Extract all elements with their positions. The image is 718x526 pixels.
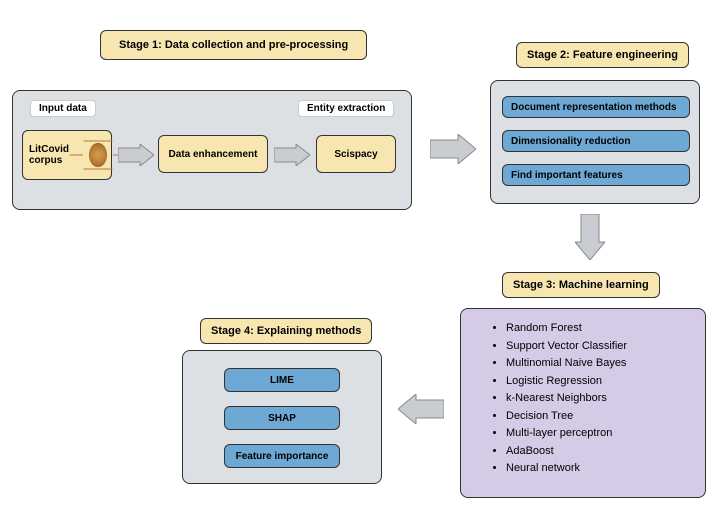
stage3-title: Stage 3: Machine learning xyxy=(502,272,660,298)
ml-item: Decision Tree xyxy=(506,408,696,425)
arrow-enh-to-scispacy xyxy=(274,144,310,166)
ml-item: Support Vector Classifier xyxy=(506,338,696,355)
data-enhancement-box: Data enhancement xyxy=(158,135,268,173)
stage4-item3: Feature importance xyxy=(224,444,340,468)
ml-item: Multi-layer perceptron xyxy=(506,425,696,442)
ml-item: Random Forest xyxy=(506,320,696,337)
entity-extraction-label: Entity extraction xyxy=(298,100,394,117)
virus-icon xyxy=(89,143,107,167)
arrow-stage1-to-stage2 xyxy=(430,134,476,164)
stage2-item1: Document representation methods xyxy=(502,96,690,118)
stage4-item1: LIME xyxy=(224,368,340,392)
arrow-litcovid-to-enh xyxy=(118,144,154,166)
stage2-item2: Dimensionality reduction xyxy=(502,130,690,152)
stage2-item3: Find important features xyxy=(502,164,690,186)
stage1-title: Stage 1: Data collection and pre-process… xyxy=(100,30,367,60)
litcovid-box: LitCovid corpus xyxy=(22,130,112,180)
stage2-title: Stage 2: Feature engineering xyxy=(516,42,689,68)
litcovid-text: LitCovid corpus xyxy=(29,144,85,166)
input-data-label: Input data xyxy=(30,100,96,117)
ml-item: k-Nearest Neighbors xyxy=(506,390,696,407)
ml-item: Multinomial Naive Bayes xyxy=(506,355,696,372)
arrow-stage3-to-stage4 xyxy=(398,394,444,424)
scispacy-box: Scispacy xyxy=(316,135,396,173)
stage4-title: Stage 4: Explaining methods xyxy=(200,318,372,344)
stage4-item2: SHAP xyxy=(224,406,340,430)
stage3-list: Random Forest Support Vector Classifier … xyxy=(486,320,696,478)
ml-item: Neural network xyxy=(506,460,696,477)
arrow-stage2-to-stage3 xyxy=(575,214,605,260)
ml-item: Logistic Regression xyxy=(506,373,696,390)
ml-item: AdaBoost xyxy=(506,443,696,460)
